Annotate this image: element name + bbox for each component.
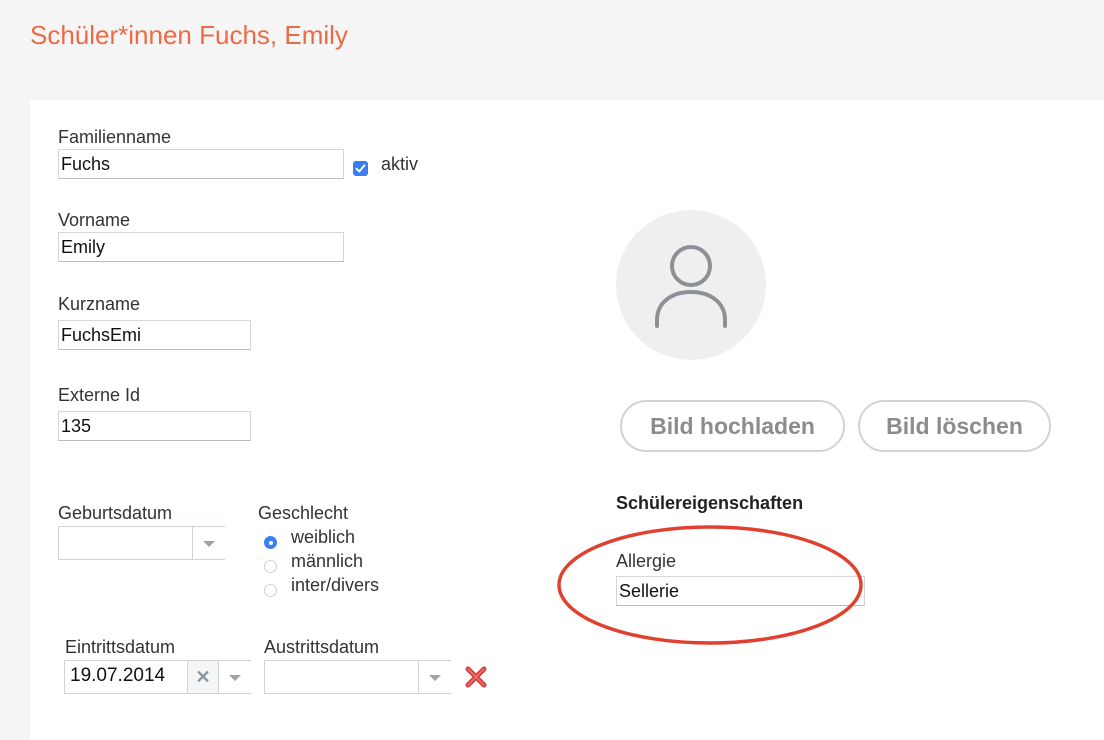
radio-maennlich-label: männlich [291,551,364,571]
externe-id-input[interactable] [58,411,251,441]
allergie-input[interactable] [616,576,865,606]
avatar [616,210,766,360]
geschlecht-label: Geschlecht [258,503,349,523]
vorname-label: Vorname [58,210,131,230]
aktiv-checkbox[interactable] [353,161,368,176]
radio-weiblich-label: weiblich [291,527,356,547]
student-form-card: Familienname aktiv Vorname Kurzname Exte… [30,100,1104,740]
clear-icon[interactable]: ✕ [187,661,218,693]
eintrittsdatum-label: Eintrittsdatum [65,637,176,657]
austrittsdatum-picker[interactable] [264,660,451,694]
checkmark-icon [355,164,366,173]
geburtsdatum-label: Geburtsdatum [58,503,173,523]
chevron-down-icon[interactable] [218,661,251,693]
aktiv-label: aktiv [381,154,419,174]
delete-image-button[interactable]: Bild löschen [858,400,1051,452]
kurzname-label: Kurzname [58,294,141,314]
upload-image-button[interactable]: Bild hochladen [620,400,845,452]
radio-maennlich[interactable] [264,560,277,573]
section-title-schuelereigenschaften: Schülereigenschaften [616,493,804,513]
externe-id-label: Externe Id [58,385,141,405]
allergie-label: Allergie [616,551,677,571]
radio-weiblich[interactable] [264,536,277,549]
radio-inter-divers-label: inter/divers [291,575,380,595]
eintrittsdatum-picker[interactable]: 19.07.2014 ✕ [64,660,251,694]
vorname-input[interactable] [58,232,344,262]
page-title: Schüler*innen Fuchs, Emily [30,20,348,50]
austrittsdatum-label: Austrittsdatum [264,637,380,657]
chevron-down-icon[interactable] [192,527,225,559]
delete-icon[interactable] [463,664,489,690]
familienname-label: Familienname [58,127,172,147]
kurzname-input[interactable] [58,320,251,350]
chevron-down-icon[interactable] [418,661,451,693]
radio-inter-divers[interactable] [264,584,277,597]
eintrittsdatum-value: 19.07.2014 [70,665,166,686]
geburtsdatum-picker[interactable] [58,526,225,560]
user-silhouette-icon [655,245,727,328]
familienname-input[interactable] [58,149,344,179]
